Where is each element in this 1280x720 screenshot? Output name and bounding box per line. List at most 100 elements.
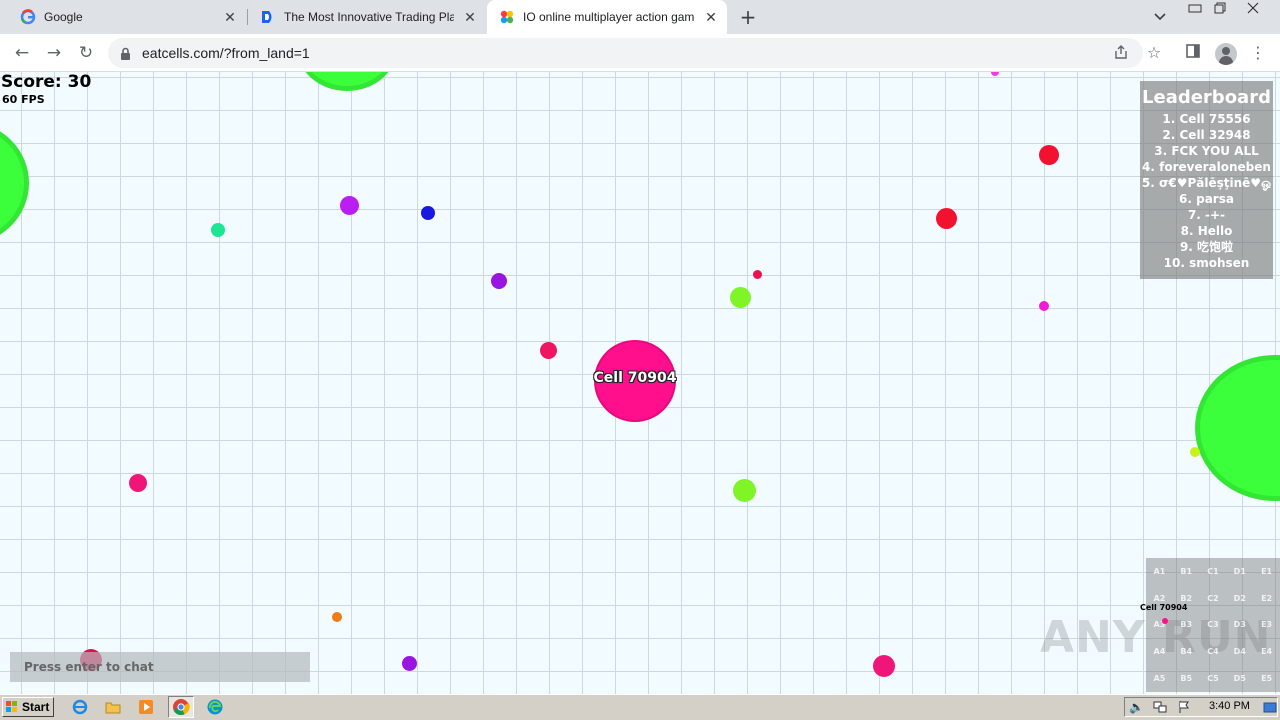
new-tab-button[interactable]: + [737, 6, 759, 28]
flag-icon[interactable] [1177, 700, 1191, 714]
leaderboard: Leaderboard 1. Cell 75556 2. Cell 32948 … [1140, 81, 1273, 279]
restore-button[interactable] [1210, 2, 1230, 18]
side-panel-icon[interactable] [1181, 41, 1205, 65]
virus [1200, 360, 1280, 496]
leaderboard-entry: 9. 吃饱啦 [1179, 240, 1234, 254]
leaderboard-list: 1. Cell 75556 2. Cell 32948 3. FCK YOU A… [1140, 111, 1273, 271]
score-label: Score: 30 [1, 72, 92, 92]
tab-eatcells[interactable]: IO online multiplayer action game. Sl ✕ [487, 0, 727, 34]
bookmark-star-icon[interactable]: ☆ [1142, 41, 1166, 65]
food-pellet [332, 612, 342, 622]
leaderboard-entry: 10. smohsen [1163, 256, 1250, 270]
food-pellet [1190, 447, 1200, 457]
minimap-sector: B4 [1180, 647, 1193, 657]
profile-avatar[interactable] [1215, 43, 1237, 65]
leaderboard-title: Leaderboard [1142, 87, 1271, 108]
leaderboard-entry: 2. Cell 32948 [1162, 128, 1251, 142]
game-canvas[interactable]: Cell 70904 Score: 30 60 FPS Leaderboard … [0, 72, 1280, 694]
ie-icon[interactable] [71, 698, 89, 716]
food-pellet [733, 479, 756, 502]
chrome-taskbar-button[interactable] [168, 696, 194, 718]
minimap-sector: C5 [1207, 674, 1219, 684]
minimap-sector: B3 [1180, 620, 1193, 630]
tab-strip: Google ✕ The Most Innovative Trading Pla… [0, 0, 1280, 34]
minimap-sector: E3 [1261, 620, 1273, 630]
forward-button[interactable]: → [42, 41, 66, 65]
food-pellet [129, 474, 147, 492]
minimap-sector: C4 [1207, 647, 1219, 657]
minimap-sector: C2 [1207, 593, 1219, 603]
minimap: A1 B1 C1 D1 E1 A2 B2 C2 D2 E2 A3 B3 C3 D… [1146, 558, 1280, 692]
minimap-sector: D4 [1233, 647, 1246, 657]
minimap-sector: D5 [1233, 674, 1246, 684]
show-desktop-icon[interactable] [1263, 700, 1277, 714]
minimize-button[interactable] [1185, 2, 1205, 18]
minimap-sector: A3 [1153, 620, 1166, 630]
minimap-sector: E1 [1261, 566, 1273, 576]
chat-placeholder: Press enter to chat [24, 660, 154, 674]
food-pellet [340, 196, 359, 215]
virus [0, 127, 24, 239]
reload-button[interactable]: ↻ [74, 41, 98, 65]
taskbar: Start 🔈 3:40 PM [0, 694, 1280, 720]
food-pellet [753, 270, 762, 279]
food-pellet [402, 656, 417, 671]
tab-trading-platform[interactable]: The Most Innovative Trading Platform ✕ [248, 0, 486, 34]
food-pellet [421, 206, 435, 220]
back-button[interactable]: ← [10, 41, 34, 65]
tab-title: IO online multiplayer action game. Sl [523, 10, 695, 24]
minimap-sector: B5 [1180, 674, 1193, 684]
tab-title: Google [44, 10, 83, 24]
minimap-player-label: Cell 70904 [1140, 603, 1188, 612]
lock-icon[interactable] [120, 46, 131, 65]
minimap-sector: A1 [1153, 566, 1166, 576]
system-tray: 🔈 3:40 PM [1124, 697, 1278, 717]
trading-site-icon [260, 9, 276, 25]
fps-label: 60 FPS [2, 93, 45, 106]
google-icon [20, 9, 36, 25]
clock[interactable]: 3:40 PM [1209, 700, 1250, 712]
food-pellet [1039, 145, 1059, 165]
edge-icon[interactable] [206, 698, 224, 716]
media-player-icon[interactable] [137, 698, 155, 716]
browser-toolbar: ← → ↻ eatcells.com/?from_land=1 ☆ ⋮ [0, 34, 1280, 72]
address-bar[interactable]: eatcells.com/?from_land=1 [108, 38, 1143, 68]
close-icon[interactable]: ✕ [462, 9, 478, 25]
minimap-sector: D3 [1233, 620, 1246, 630]
minimap-sector: A4 [1153, 647, 1166, 657]
player-name-label: Cell 70904 [593, 370, 677, 386]
leaderboard-entry: 5. σ€♥Pălēşţinē♥ஓ [1141, 176, 1272, 190]
leaderboard-entry: 4. foreveraloneben [1142, 160, 1271, 174]
virus [302, 72, 392, 86]
close-window-button[interactable] [1243, 2, 1263, 18]
close-icon[interactable]: ✕ [222, 9, 238, 25]
tab-title: The Most Innovative Trading Platform [284, 10, 454, 24]
minimap-sector: D1 [1233, 566, 1246, 576]
leaderboard-entry: 7. -+- [1187, 208, 1226, 222]
start-label: Start [22, 700, 50, 714]
food-pellet [1039, 301, 1049, 311]
leaderboard-entry: 3. FCK YOU ALL [1154, 144, 1259, 158]
url-text[interactable]: eatcells.com/?from_land=1 [142, 45, 310, 61]
leaderboard-entry: 1. Cell 75556 [1162, 112, 1251, 126]
network-icon[interactable] [1153, 700, 1167, 714]
food-pellet [730, 287, 751, 308]
tab-google[interactable]: Google ✕ [8, 0, 246, 34]
minimap-sector: C1 [1207, 566, 1219, 576]
menu-kebab-icon[interactable]: ⋮ [1246, 41, 1270, 65]
share-icon[interactable] [1112, 44, 1130, 62]
volume-icon[interactable]: 🔈 [1129, 700, 1144, 714]
chevron-down-icon[interactable] [1151, 8, 1169, 26]
folder-icon[interactable] [104, 698, 122, 716]
minimap-player-dot [1162, 618, 1168, 624]
food-pellet [936, 208, 957, 229]
food-pellet [540, 342, 557, 359]
start-button[interactable]: Start [2, 697, 54, 717]
minimap-sector: E5 [1261, 674, 1273, 684]
close-icon[interactable]: ✕ [703, 9, 719, 25]
windows-logo-icon [6, 701, 18, 713]
chrome-icon [173, 699, 190, 716]
minimap-sector: C3 [1207, 620, 1219, 630]
food-pellet [991, 72, 999, 76]
chat-input[interactable]: Press enter to chat [10, 652, 310, 682]
